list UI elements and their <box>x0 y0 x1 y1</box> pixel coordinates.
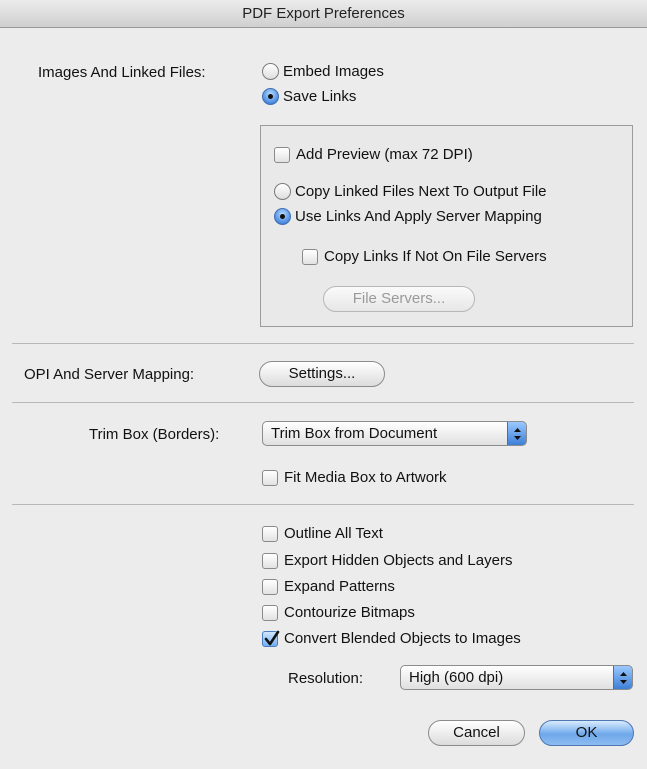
opi-label: OPI And Server Mapping: <box>24 366 195 383</box>
convert-blended-label: Convert Blended Objects to Images <box>284 630 521 647</box>
ok-button[interactable]: OK <box>539 720 634 746</box>
expand-patterns-check-indicator[interactable] <box>262 578 278 595</box>
use-links-label: Use Links And Apply Server Mapping <box>295 208 542 225</box>
fit-media-box-label: Fit Media Box to Artwork <box>284 469 447 486</box>
resolution-label: Resolution: <box>288 670 364 687</box>
expand-patterns-label: Expand Patterns <box>284 578 395 595</box>
popup-arrows-icon <box>507 422 526 445</box>
window-title: PDF Export Preferences <box>0 0 647 28</box>
resolution-popup[interactable]: High (600 dpi) <box>400 665 633 690</box>
copy-linked-files-label: Copy Linked Files Next To Output File <box>295 183 547 200</box>
copy-linked-files-radio-indicator[interactable] <box>274 183 291 200</box>
convert-blended-checkbox[interactable]: Convert Blended Objects to Images <box>262 630 521 647</box>
copy-links-if-not-label: Copy Links If Not On File Servers <box>324 248 547 265</box>
embed-images-radio-indicator[interactable] <box>262 63 279 80</box>
resolution-selected: High (600 dpi) <box>409 669 504 686</box>
trim-box-label: Trim Box (Borders): <box>89 426 220 443</box>
use-links-radio[interactable]: Use Links And Apply Server Mapping <box>274 208 542 225</box>
save-links-radio[interactable]: Save Links <box>262 88 356 105</box>
embed-images-label: Embed Images <box>283 63 384 80</box>
export-hidden-check-indicator[interactable] <box>262 552 278 569</box>
images-linked-files-label: Images And Linked Files: <box>38 64 206 81</box>
add-preview-check-indicator[interactable] <box>274 146 290 163</box>
convert-blended-check-indicator[interactable] <box>262 630 280 647</box>
add-preview-checkbox[interactable]: Add Preview (max 72 DPI) <box>274 146 473 163</box>
popup-arrows-icon <box>613 666 632 689</box>
export-hidden-checkbox[interactable]: Export Hidden Objects and Layers <box>262 552 512 569</box>
copy-links-if-not-checkbox[interactable]: Copy Links If Not On File Servers <box>302 248 547 265</box>
contourize-bitmaps-checkbox[interactable]: Contourize Bitmaps <box>262 604 415 621</box>
contourize-bitmaps-check-indicator[interactable] <box>262 604 278 621</box>
contourize-bitmaps-label: Contourize Bitmaps <box>284 604 415 621</box>
use-links-radio-indicator[interactable] <box>274 208 291 225</box>
trim-box-selected: Trim Box from Document <box>271 425 438 442</box>
cancel-button[interactable]: Cancel <box>428 720 525 746</box>
outline-all-text-label: Outline All Text <box>284 525 383 542</box>
save-links-label: Save Links <box>283 88 357 105</box>
dialog-body: Images And Linked Files: Embed Images Sa… <box>0 28 647 769</box>
copy-linked-files-radio[interactable]: Copy Linked Files Next To Output File <box>274 183 547 200</box>
separator-2 <box>12 402 634 403</box>
outline-all-text-checkbox[interactable]: Outline All Text <box>262 525 383 542</box>
separator-1 <box>12 343 634 344</box>
outline-all-text-check-indicator[interactable] <box>262 525 278 542</box>
fit-media-box-checkbox[interactable]: Fit Media Box to Artwork <box>262 469 447 486</box>
add-preview-label: Add Preview (max 72 DPI) <box>296 146 473 163</box>
separator-3 <box>12 504 634 505</box>
trim-box-popup[interactable]: Trim Box from Document <box>262 421 527 446</box>
expand-patterns-checkbox[interactable]: Expand Patterns <box>262 578 395 595</box>
copy-links-if-not-check-indicator[interactable] <box>302 248 318 265</box>
fit-media-box-check-indicator[interactable] <box>262 469 278 486</box>
file-servers-button[interactable]: File Servers... <box>323 286 475 312</box>
opi-settings-button[interactable]: Settings... <box>259 361 385 387</box>
export-hidden-label: Export Hidden Objects and Layers <box>284 552 513 569</box>
checkmark-icon <box>264 630 280 645</box>
embed-images-radio[interactable]: Embed Images <box>262 63 384 80</box>
save-links-radio-indicator[interactable] <box>262 88 279 105</box>
